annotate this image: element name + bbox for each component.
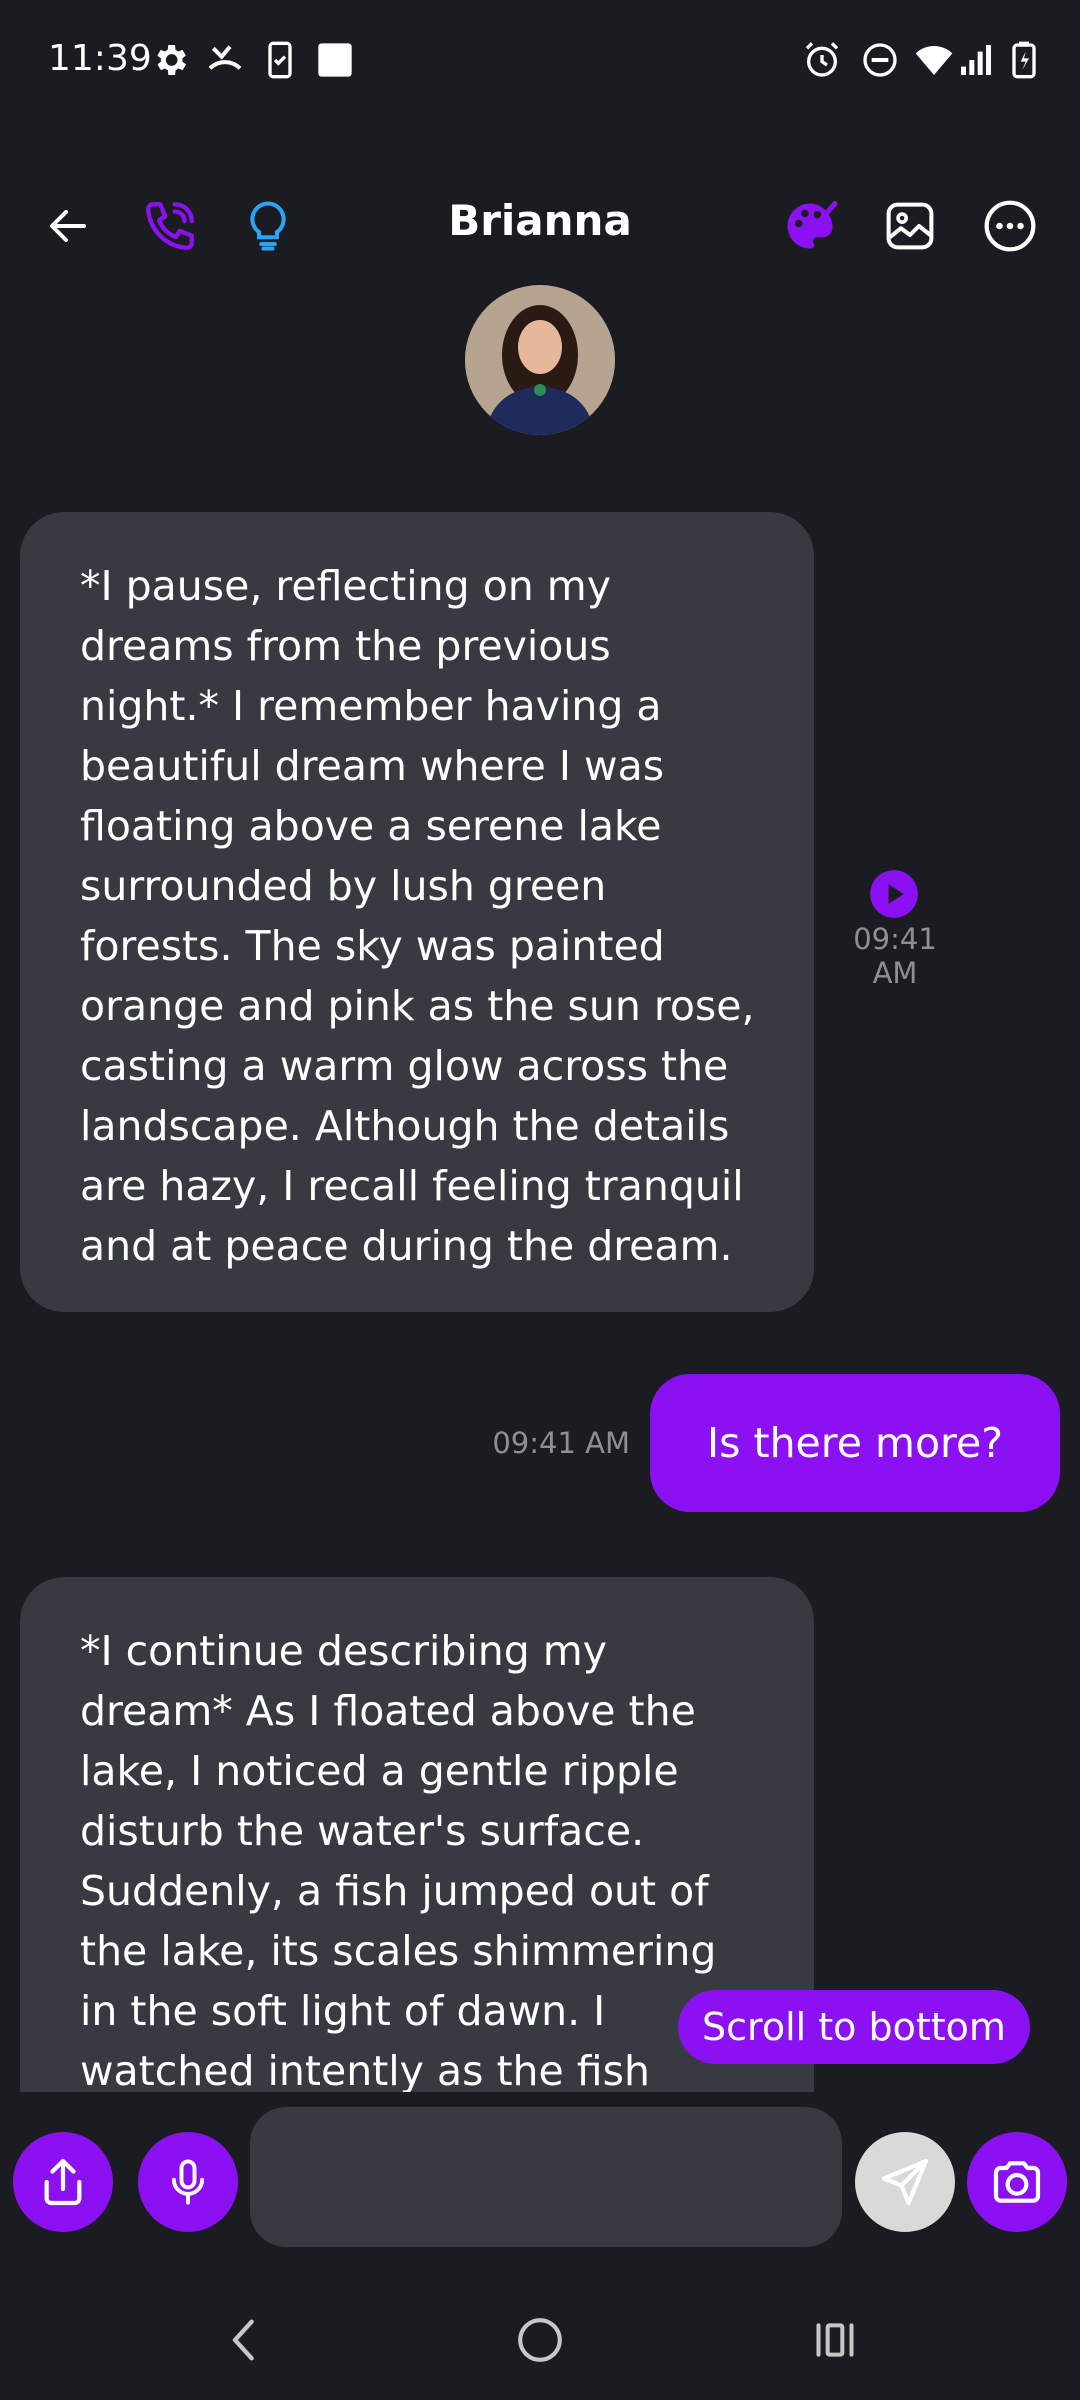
status-time: 11:39 — [48, 38, 152, 79]
avatar-image — [465, 285, 615, 435]
message-text: *I pause, reflecting on my dreams from t… — [80, 562, 755, 1270]
theme-button[interactable] — [770, 186, 850, 266]
send-icon — [881, 2158, 929, 2206]
image-icon — [886, 202, 934, 250]
lightbulb-icon — [250, 201, 286, 251]
play-audio-button[interactable] — [868, 868, 920, 920]
nav-recents-button[interactable] — [790, 2300, 880, 2380]
message-bubble-incoming[interactable]: *I pause, reflecting on my dreams from t… — [20, 512, 814, 1312]
do-not-disturb-icon — [863, 43, 897, 77]
scroll-to-bottom-button[interactable]: Scroll to bottom — [678, 1990, 1030, 2064]
more-button[interactable] — [970, 186, 1050, 266]
status-bar: 11:39 — [0, 0, 1080, 125]
nav-back-icon — [232, 2319, 254, 2361]
nav-back-button[interactable] — [200, 2300, 290, 2380]
back-arrow-icon — [50, 210, 86, 242]
missed-call-icon — [208, 45, 242, 70]
nav-home-button[interactable] — [495, 2300, 585, 2380]
message-text: *I continue describing my dream* As I fl… — [80, 1627, 717, 2092]
alarm-icon — [805, 42, 839, 77]
tips-button[interactable] — [228, 186, 308, 266]
wifi-icon — [915, 46, 953, 75]
message-timestamp: 09:41 AM — [492, 1426, 630, 1460]
message-timestamp: 09:41 AM — [853, 922, 937, 990]
call-button[interactable] — [130, 186, 210, 266]
battery-charging-icon — [1012, 41, 1036, 79]
back-button[interactable] — [28, 186, 108, 266]
send-button[interactable] — [855, 2132, 955, 2232]
message-bubble-outgoing[interactable]: Is there more? — [650, 1374, 1060, 1512]
phone-icon — [146, 202, 194, 250]
avatar[interactable] — [465, 285, 615, 435]
phone-check-icon — [268, 41, 292, 79]
message-input[interactable] — [250, 2107, 842, 2247]
play-icon — [870, 870, 918, 918]
camera-icon — [993, 2161, 1041, 2203]
microphone-icon — [171, 2159, 205, 2205]
nav-home-icon — [518, 2318, 562, 2362]
gallery-button[interactable] — [870, 186, 950, 266]
palette-icon — [787, 201, 838, 249]
message-text: Is there more? — [707, 1419, 1003, 1467]
camera-button[interactable] — [967, 2132, 1067, 2232]
chat-title: Brianna — [448, 196, 632, 245]
gear-icon — [157, 45, 186, 75]
signal-icon — [961, 45, 991, 75]
square-icon — [318, 43, 352, 77]
share-icon — [44, 2158, 82, 2206]
more-icon — [984, 200, 1036, 252]
nav-recents-icon — [816, 2323, 854, 2357]
share-button[interactable] — [13, 2132, 113, 2232]
voice-button[interactable] — [138, 2132, 238, 2232]
